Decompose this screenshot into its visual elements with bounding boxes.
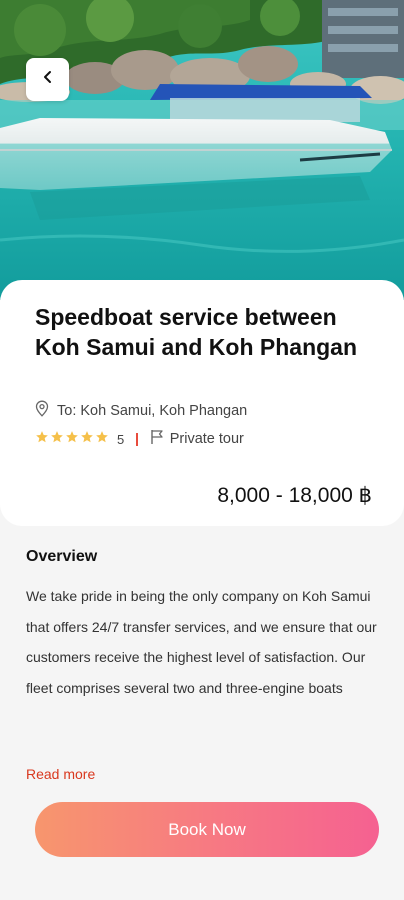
star-icon [95, 430, 109, 449]
rating-value: 5 [117, 431, 125, 447]
read-more-link[interactable]: Read more [26, 766, 95, 782]
tour-location: To: Koh Samui, Koh Phangan [35, 400, 248, 422]
tour-meta: 5 Private tour [35, 429, 244, 449]
price-range: 8,000 - 18,000 ฿ [217, 484, 372, 507]
rating-stars [35, 430, 109, 449]
flag-icon [150, 429, 164, 450]
star-icon [80, 430, 94, 449]
tour-location-text: To: Koh Samui, Koh Phangan [57, 403, 248, 419]
tour-type: Private tour [169, 431, 244, 447]
overview-heading: Overview [26, 548, 98, 565]
overview-text: We take pride in being the only company … [26, 588, 377, 696]
tour-info-card: Speedboat service between Koh Samui and … [0, 280, 404, 526]
back-button[interactable] [26, 58, 69, 101]
hero-image [0, 0, 404, 300]
meta-divider [136, 432, 138, 446]
star-icon [65, 430, 79, 449]
location-pin-icon [35, 400, 49, 422]
star-icon [50, 430, 64, 449]
book-now-button[interactable]: Book Now [35, 802, 379, 857]
chevron-left-icon [42, 70, 54, 89]
tour-title: Speedboat service between Koh Samui and … [35, 304, 358, 360]
star-icon [35, 430, 49, 449]
